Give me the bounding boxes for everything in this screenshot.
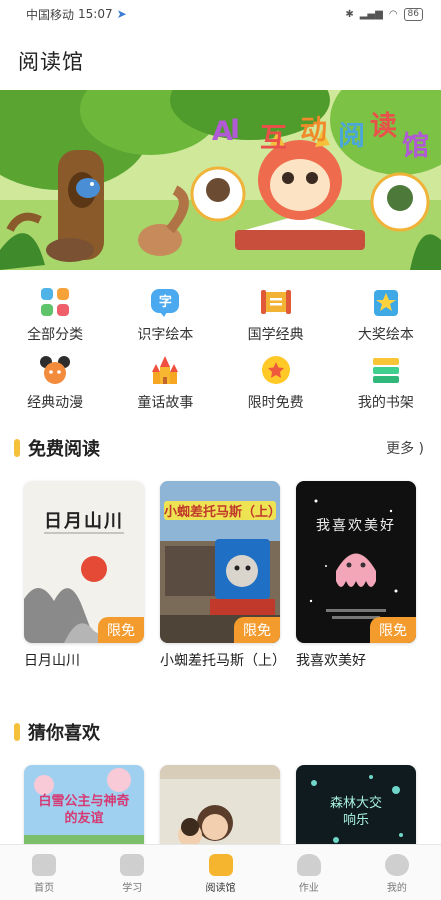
banner-headline-char: 读 bbox=[370, 111, 397, 142]
banner-carousel[interactable]: A I 互 动 阅 读 馆 bbox=[0, 90, 441, 270]
signal-icon: ▂▄▆ bbox=[359, 8, 383, 20]
book-title: 我喜欢美好 bbox=[296, 653, 366, 669]
free-reading-header: 免费阅读 更多 ) bbox=[14, 434, 424, 462]
status-bar: 中国移动 15:07 ➤ ✱ ▂▄▆ ◠ 86 bbox=[0, 0, 441, 28]
tab-homework[interactable]: 作业 bbox=[265, 845, 353, 900]
category-grid: 全部分类 字 识字绘本 国学经典 大奖绘本 经典动漫 童话故事 限时免费 我的书… bbox=[0, 287, 441, 413]
location-icon: ➤ bbox=[116, 7, 127, 21]
wifi-icon: ◠ bbox=[388, 8, 398, 20]
banner-headline-char: 馆 bbox=[402, 131, 429, 162]
cover-title: 我喜欢美好 bbox=[316, 518, 396, 534]
category-label: 经典动漫 bbox=[27, 395, 84, 411]
free-badge: 限免 bbox=[98, 617, 144, 643]
guess-you-like-header: 猜你喜欢 bbox=[14, 718, 424, 746]
book-cover: 日月山川 限免 bbox=[24, 481, 144, 643]
bottom-tab-bar: 首页 学习 阅读馆 作业 我的 bbox=[0, 844, 441, 900]
page-title: 阅读馆 bbox=[18, 50, 84, 74]
tab-label: 学习 bbox=[122, 883, 143, 894]
home-icon bbox=[32, 854, 57, 876]
free-badge: 限免 bbox=[370, 617, 416, 643]
banner-headline-char: 互 bbox=[260, 123, 287, 154]
cover-title: 白雪公主与神奇的友谊 bbox=[38, 794, 130, 826]
book-card[interactable]: 日月山川 限免 日月山川 bbox=[24, 481, 144, 671]
category-bookshelf[interactable]: 我的书架 bbox=[331, 355, 441, 413]
book-cover: 森林大交响乐 bbox=[296, 765, 416, 855]
book-card[interactable]: 白雪公主与神奇的友谊 bbox=[24, 765, 144, 855]
scroll-icon bbox=[260, 287, 291, 317]
bluetooth-icon: ✱ bbox=[345, 8, 354, 20]
book-card[interactable]: 我喜欢美好 限免 我喜欢美好 bbox=[296, 481, 416, 671]
book-card[interactable]: 森林大交响乐 bbox=[296, 765, 416, 855]
category-label: 国学经典 bbox=[247, 327, 304, 343]
character-glyph: 字 bbox=[158, 295, 172, 310]
cover-title: 森林大交响乐 bbox=[329, 796, 382, 828]
castle-icon bbox=[150, 355, 180, 385]
category-label: 童话故事 bbox=[137, 395, 194, 411]
category-literacy[interactable]: 字 识字绘本 bbox=[110, 287, 220, 345]
section-accent-bar bbox=[14, 439, 20, 457]
tab-study[interactable]: 学习 bbox=[88, 845, 176, 900]
cover-title: 小蜘差托马斯（上） bbox=[164, 501, 280, 520]
category-fairy-tales[interactable]: 童话故事 bbox=[110, 355, 220, 413]
book-cover: 白雪公主与神奇的友谊 bbox=[24, 765, 144, 855]
category-label: 限时免费 bbox=[247, 395, 304, 411]
mouse-ears-icon bbox=[40, 355, 71, 385]
award-book-icon bbox=[371, 287, 401, 317]
book-card[interactable]: 小蜘差托马斯（上） 限免 小蜘差托马斯（上） bbox=[160, 481, 286, 671]
more-link[interactable]: 更多 ) bbox=[386, 438, 424, 458]
study-icon bbox=[120, 854, 145, 876]
tab-label: 首页 bbox=[34, 883, 55, 894]
banner-headline-char: 动 bbox=[300, 115, 327, 146]
category-label: 识字绘本 bbox=[137, 327, 194, 343]
category-all[interactable]: 全部分类 bbox=[0, 287, 110, 345]
grid-icon bbox=[40, 287, 70, 317]
character-bubble-icon: 字 bbox=[150, 287, 180, 317]
free-badge: 限免 bbox=[234, 617, 280, 643]
book-title: 日月山川 bbox=[24, 653, 80, 669]
tab-reading[interactable]: 阅读馆 bbox=[176, 845, 264, 900]
tab-label: 作业 bbox=[298, 883, 319, 894]
category-label: 全部分类 bbox=[27, 327, 84, 343]
book-title: 小蜘差托马斯（上） bbox=[160, 653, 286, 669]
profile-icon bbox=[384, 854, 409, 876]
banner-headline-char: 阅 bbox=[338, 121, 365, 152]
category-award-books[interactable]: 大奖绘本 bbox=[331, 287, 441, 345]
tab-label: 阅读馆 bbox=[205, 883, 236, 894]
category-anime[interactable]: 经典动漫 bbox=[0, 355, 110, 413]
category-label: 我的书架 bbox=[357, 395, 414, 411]
section-title: 猜你喜欢 bbox=[28, 723, 100, 744]
book-card[interactable] bbox=[160, 765, 280, 855]
category-limited-free[interactable]: 限时免费 bbox=[221, 355, 331, 413]
book-cover: 我喜欢美好 限免 bbox=[296, 481, 416, 643]
tab-home[interactable]: 首页 bbox=[0, 845, 88, 900]
book-cover bbox=[160, 765, 280, 855]
book-cover: 小蜘差托马斯（上） 限免 bbox=[160, 481, 280, 643]
tab-label: 我的 bbox=[386, 883, 407, 894]
reading-icon bbox=[208, 854, 233, 876]
category-classics[interactable]: 国学经典 bbox=[221, 287, 331, 345]
category-label: 大奖绘本 bbox=[357, 327, 414, 343]
star-coin-icon bbox=[261, 355, 291, 385]
cover-art bbox=[160, 765, 280, 847]
free-books-row: 日月山川 限免 日月山川 小蜘差托马斯（上） 限免 小蜘差托马斯（上） 我喜欢美… bbox=[24, 481, 424, 671]
homework-icon bbox=[296, 854, 321, 876]
guess-books-row: 白雪公主与神奇的友谊 森林大交响乐 bbox=[24, 765, 424, 855]
carrier-label: 中国移动 bbox=[26, 7, 75, 22]
bookshelf-icon bbox=[371, 355, 401, 385]
section-accent-bar bbox=[14, 723, 20, 741]
banner-headline: A I 互 动 阅 读 馆 bbox=[212, 104, 437, 162]
tab-profile[interactable]: 我的 bbox=[353, 845, 441, 900]
battery-icon: 86 bbox=[403, 7, 423, 21]
banner-headline-char: I bbox=[230, 114, 241, 145]
clock: 15:07 bbox=[78, 7, 113, 21]
section-title: 免费阅读 bbox=[28, 439, 100, 460]
